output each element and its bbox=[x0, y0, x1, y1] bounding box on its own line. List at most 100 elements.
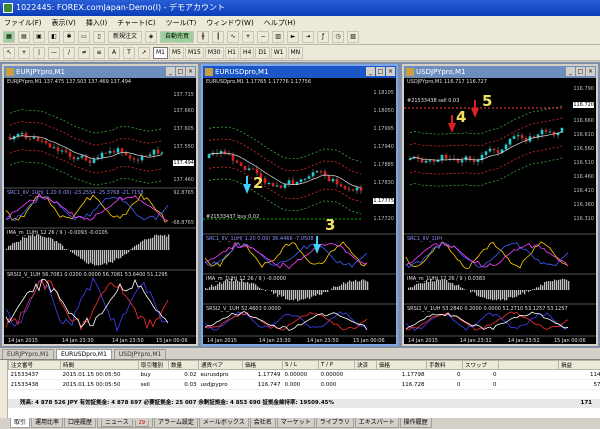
histogram-bar bbox=[528, 290, 529, 292]
column-header[interactable]: 価格 bbox=[377, 361, 427, 370]
bar-chart-icon[interactable]: ╫ bbox=[197, 31, 209, 43]
tf-m30[interactable]: M30 bbox=[205, 47, 224, 59]
tf-d1[interactable]: D1 bbox=[255, 47, 269, 59]
auto-scroll-icon[interactable]: ► bbox=[287, 31, 299, 43]
close-icon[interactable]: × bbox=[186, 67, 195, 76]
terminal-icon[interactable]: ▭ bbox=[78, 31, 90, 43]
menu-tools[interactable]: ツール(T) bbox=[166, 18, 197, 28]
menu-help[interactable]: ヘルプ(H) bbox=[264, 18, 296, 28]
column-header[interactable]: スワップ bbox=[463, 361, 499, 370]
metaeditor-icon[interactable]: ◈ bbox=[145, 31, 157, 43]
tester-icon[interactable]: ▯ bbox=[93, 31, 105, 43]
chart-window-titlebar[interactable]: USDJPYpro,M1 _□× bbox=[404, 66, 596, 78]
indicators-icon[interactable]: ƒ bbox=[317, 31, 329, 43]
terminal-tab-mailbox[interactable]: メールボックス bbox=[199, 418, 249, 428]
fibonacci-icon[interactable]: ≡ bbox=[93, 47, 105, 59]
chart-window-eurjpy[interactable]: EURJPYpro,M1 _□× EURJPYpro,M1 137.475 13… bbox=[2, 64, 198, 346]
chart-canvas[interactable]: USDJPYpro,M1 116.717 116.727 #21533438 s… bbox=[404, 78, 596, 346]
table-header-row: 注文番号時間取引種別数量通貨ペア価格S / LT / P決済価格手数料スワップ損… bbox=[9, 361, 600, 370]
arrow-tool-icon[interactable]: ➚ bbox=[138, 47, 150, 59]
chart-tab-eurjpy[interactable]: EURJPYpro,M1 bbox=[2, 349, 54, 359]
tf-m15[interactable]: M15 bbox=[185, 47, 204, 59]
column-header[interactable]: 取引種別 bbox=[139, 361, 169, 370]
cursor-icon[interactable]: ↖ bbox=[3, 47, 15, 59]
table-cell: 0.000 bbox=[319, 380, 355, 390]
tf-mn[interactable]: MN bbox=[288, 47, 304, 59]
zoom-out-icon[interactable]: − bbox=[257, 31, 269, 43]
profiles-icon[interactable]: ▤ bbox=[18, 31, 30, 43]
candle-chart-icon[interactable]: ┃ bbox=[212, 31, 224, 43]
tf-h1[interactable]: H1 bbox=[225, 47, 239, 59]
tf-h4[interactable]: H4 bbox=[240, 47, 254, 59]
terminal-tab-trade[interactable]: 取引 bbox=[10, 418, 30, 428]
terminal-tab-experts[interactable]: エキスパート bbox=[355, 418, 399, 428]
tf-w1[interactable]: W1 bbox=[271, 47, 287, 59]
templates-icon[interactable]: ▧ bbox=[347, 31, 359, 43]
terminal-tab-history[interactable]: 口座履歴 bbox=[64, 418, 96, 428]
minimize-icon[interactable]: _ bbox=[566, 67, 575, 76]
periods-icon[interactable]: ◷ bbox=[332, 31, 344, 43]
chart-window-titlebar[interactable]: EURUSDpro,M1 _□× bbox=[203, 66, 396, 78]
trendline-icon[interactable]: / bbox=[63, 47, 75, 59]
data-window-icon[interactable]: ◧ bbox=[48, 31, 60, 43]
maximize-icon[interactable]: □ bbox=[576, 67, 585, 76]
column-header[interactable]: S / L bbox=[283, 361, 319, 370]
indicator-label: IMA_m_1UH( 12 26 / 9 ) -0.0000 bbox=[206, 276, 286, 282]
column-header[interactable]: 通貨ペア bbox=[199, 361, 243, 370]
auto-trade-button[interactable]: 自動売買 bbox=[160, 31, 194, 43]
tile-windows-icon[interactable]: ▥ bbox=[272, 31, 284, 43]
menu-window[interactable]: ウィンドウ(W) bbox=[206, 18, 253, 28]
text-tool-icon[interactable]: A bbox=[108, 47, 120, 59]
column-header[interactable] bbox=[499, 361, 559, 370]
column-header[interactable]: 注文番号 bbox=[9, 361, 61, 370]
menu-insert[interactable]: 挿入(I) bbox=[86, 18, 108, 28]
close-icon[interactable]: × bbox=[386, 67, 395, 76]
minimize-icon[interactable]: _ bbox=[366, 67, 375, 76]
column-header[interactable]: 損益 bbox=[559, 361, 600, 370]
maximize-icon[interactable]: □ bbox=[376, 67, 385, 76]
column-header[interactable]: 数量 bbox=[169, 361, 199, 370]
vertical-line-icon[interactable]: | bbox=[33, 47, 45, 59]
new-order-button[interactable]: 新規注文 bbox=[108, 31, 142, 43]
label-tool-icon[interactable]: T bbox=[123, 47, 135, 59]
chart-window-usdjpy[interactable]: USDJPYpro,M1 _□× USDJPYpro,M1 116.717 11… bbox=[402, 64, 598, 346]
line-chart-icon[interactable]: ∿ bbox=[227, 31, 239, 43]
terminal-tab-library[interactable]: ライブラリ bbox=[316, 418, 354, 428]
tf-m1[interactable]: M1 bbox=[153, 47, 168, 59]
market-watch-icon[interactable]: ▣ bbox=[33, 31, 45, 43]
terminal-tab-market[interactable]: マーケット bbox=[277, 418, 315, 428]
menu-file[interactable]: ファイル(F) bbox=[4, 18, 42, 28]
menu-view[interactable]: 表示(V) bbox=[52, 18, 76, 28]
chart-canvas[interactable]: EURUSDpro,M1 1.17765 1.17776 1.17756 1.1… bbox=[203, 78, 396, 346]
zoom-in-icon[interactable]: + bbox=[242, 31, 254, 43]
horizontal-line-icon[interactable]: — bbox=[48, 47, 60, 59]
chart-shift-icon[interactable]: ⇥ bbox=[302, 31, 314, 43]
maximize-icon[interactable]: □ bbox=[176, 67, 185, 76]
crosshair-icon[interactable]: + bbox=[18, 47, 30, 59]
channel-icon[interactable]: ≠ bbox=[78, 47, 90, 59]
chart-tab-usdjpy[interactable]: USDJPYpro,M1 bbox=[114, 349, 166, 359]
chart-tab-eurusd[interactable]: EURUSDpro,M1 bbox=[56, 349, 112, 359]
chart-window-eurusd[interactable]: EURUSDpro,M1 _□× EURUSDpro,M1 1.17765 1.… bbox=[201, 64, 398, 346]
chart-canvas[interactable]: EURJPYpro,M1 137.475 137.503 137.469 137… bbox=[4, 78, 196, 346]
terminal-tab-alerts[interactable]: アラーム設定 bbox=[154, 418, 198, 428]
menu-chart[interactable]: チャート(C) bbox=[117, 18, 155, 28]
column-header[interactable]: 価格 bbox=[243, 361, 283, 370]
column-header[interactable]: 時間 bbox=[61, 361, 139, 370]
column-header[interactable]: T / P bbox=[319, 361, 355, 370]
navigator-icon[interactable]: ✱ bbox=[63, 31, 75, 43]
table-row[interactable]: 215334382015.01.15 00:05:50sell0.03usdjp… bbox=[9, 380, 600, 390]
tf-m5[interactable]: M5 bbox=[169, 47, 184, 59]
column-header[interactable]: 決済 bbox=[355, 361, 377, 370]
terminal-tab-exposure[interactable]: 運用比率 bbox=[31, 418, 63, 428]
minimize-icon[interactable]: _ bbox=[166, 67, 175, 76]
terminal-tab-company[interactable]: 会社名 bbox=[250, 418, 276, 428]
table-row[interactable]: 215334372015.01.15 00:05:50buy0.02eurusd… bbox=[9, 370, 600, 380]
new-chart-icon[interactable]: ▦ bbox=[3, 31, 15, 43]
chart-window-titlebar[interactable]: EURJPYpro,M1 _□× bbox=[4, 66, 196, 78]
terminal-tab-journal[interactable]: 操作履歴 bbox=[400, 418, 432, 428]
terminal-tab-news[interactable]: ニュース 29 bbox=[97, 418, 153, 428]
close-icon[interactable]: × bbox=[586, 67, 595, 76]
column-header[interactable]: 手数料 bbox=[427, 361, 463, 370]
candle bbox=[57, 147, 60, 151]
